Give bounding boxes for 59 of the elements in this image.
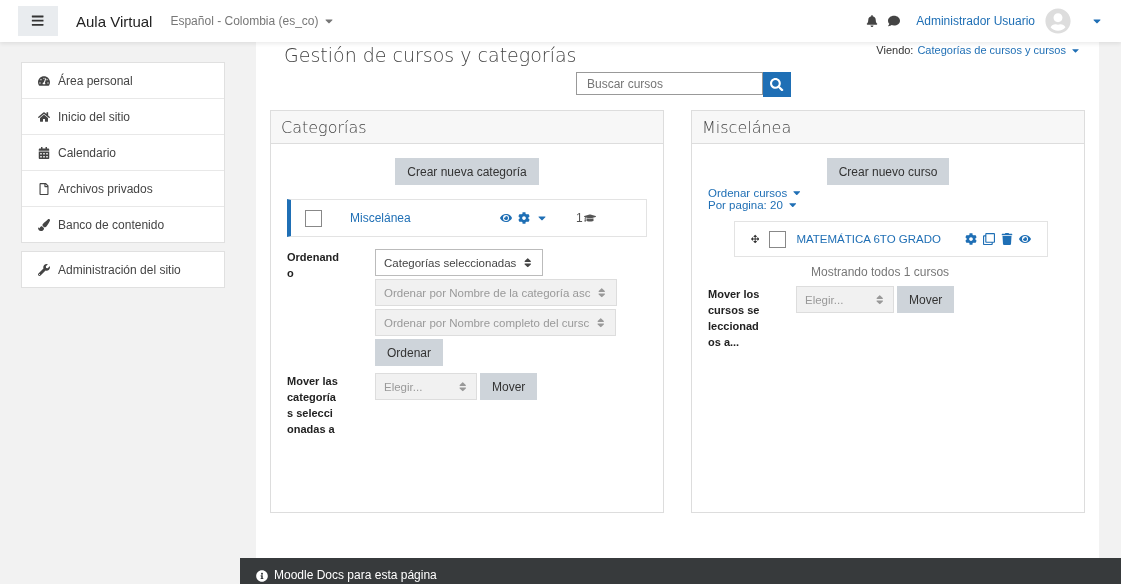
sidebar-item[interactable]: Área personal (22, 63, 224, 98)
eye-icon[interactable] (500, 212, 512, 224)
sort-button[interactable]: Ordenar (375, 339, 444, 366)
move-icon[interactable] (751, 233, 760, 245)
sort-label: Ordenando (287, 250, 339, 281)
course-link[interactable]: MATEMÁTICA 6TO GRADO (796, 233, 941, 245)
move-button[interactable]: Mover (897, 286, 955, 313)
menu-button[interactable] (18, 6, 58, 36)
sidebar-item[interactable]: Calendario (22, 134, 224, 170)
search-button[interactable] (763, 72, 791, 97)
move-label: Mover las categorías seleccionadas a (287, 374, 339, 437)
calendar-icon (38, 146, 50, 159)
create-course-button[interactable]: Crear nuevo curso (826, 158, 950, 185)
panel-title: Categorías (271, 111, 663, 144)
sidebar-item[interactable]: Inicio del sitio (22, 98, 224, 134)
per-page-link[interactable]: Por pagina: 20 (708, 199, 799, 211)
panel-title: Miscelánea (692, 111, 1084, 144)
sidebar-item[interactable]: Archivos privados (22, 170, 224, 206)
viewing-link[interactable]: Categorías de cursos y cursos (917, 44, 1081, 56)
course-count-text: Mostrando todos 1 cursos (811, 265, 951, 279)
eye-icon[interactable] (1019, 233, 1031, 245)
settings-icon[interactable] (518, 212, 530, 224)
search-icon[interactable] (770, 77, 784, 92)
create-category-button[interactable]: Crear nueva categoría (395, 158, 539, 185)
move-label: Mover los cursos seleccionados a... (708, 287, 760, 350)
docs-link[interactable]: Moodle Docs para esta página (274, 568, 437, 582)
trash-icon[interactable] (1001, 233, 1013, 245)
sidebar-item[interactable]: Banco de contenido (22, 206, 224, 242)
wrench-icon (38, 263, 50, 276)
dashboard-icon (38, 74, 50, 87)
site-name[interactable]: Aula Virtual (76, 12, 153, 30)
chat-icon[interactable] (888, 15, 901, 27)
sort-select[interactable]: Categorías seleccionadas (375, 249, 543, 276)
sort-courses-link[interactable]: Ordenar cursos (708, 187, 803, 199)
sort-arrows-icon (595, 316, 607, 329)
brush-icon (38, 218, 50, 231)
checkbox[interactable] (305, 209, 322, 227)
category-link[interactable]: Miscelánea (350, 211, 490, 225)
home-icon (38, 110, 50, 123)
graduation-cap-icon (583, 212, 596, 224)
sort-arrows-icon (522, 256, 534, 269)
user-name[interactable]: Administrador Usuario (916, 14, 1035, 28)
course-row[interactable]: MATEMÁTICA 6TO GRADO (734, 221, 1048, 257)
copy-icon[interactable] (983, 233, 995, 245)
info-icon (256, 570, 268, 582)
move-button[interactable]: Mover (480, 373, 538, 400)
category-row[interactable]: Miscelánea 1 (287, 199, 647, 237)
checkbox[interactable] (769, 230, 787, 248)
file-icon (38, 182, 50, 195)
language-menu[interactable]: Español - Colombia (es_co) (170, 14, 335, 28)
course-count: 1 (576, 211, 583, 225)
sidebar-item[interactable]: Administración del sitio (22, 252, 224, 287)
bell-icon[interactable] (866, 15, 879, 27)
viewing-label: Viendo: (876, 44, 914, 56)
sort-arrows-icon (596, 286, 608, 299)
search-field[interactable]: Buscar cursos (576, 72, 763, 95)
menu-icon[interactable] (31, 14, 45, 28)
settings-icon[interactable] (965, 233, 977, 245)
page-title: Gestión de cursos y categorías (284, 44, 577, 66)
